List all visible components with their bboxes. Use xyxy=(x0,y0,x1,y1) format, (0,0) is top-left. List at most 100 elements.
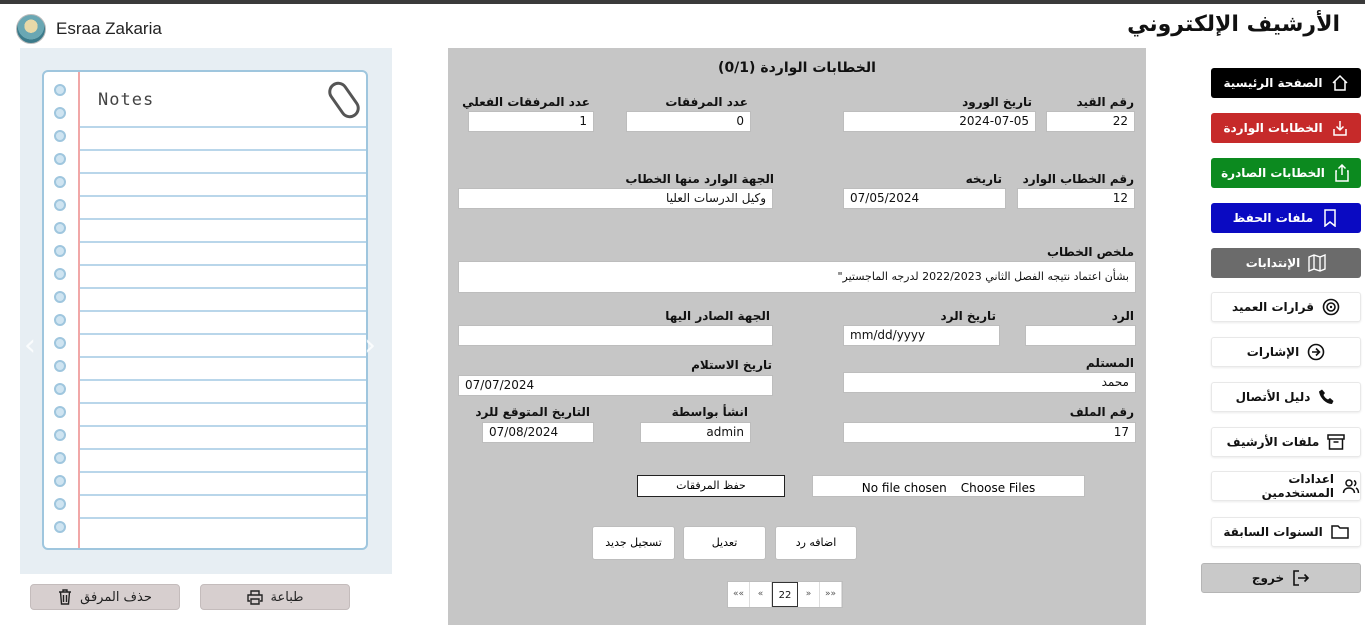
map-icon xyxy=(1308,254,1326,272)
pager-current[interactable]: 22 xyxy=(772,582,798,607)
notebook-hole xyxy=(54,291,66,303)
nav-saved-files-label: ملفات الحفظ xyxy=(1232,211,1314,225)
attachments-count-field[interactable]: 0 xyxy=(626,111,751,132)
notebook-rule-line xyxy=(80,241,366,243)
pager-prev[interactable]: « xyxy=(750,582,772,607)
issued-to-label: الجهة الصادر اليها xyxy=(665,309,770,323)
new-record-button[interactable]: تسجيل جديد xyxy=(592,526,675,560)
notebook-hole xyxy=(54,268,66,280)
record-no-label: رقم القيد xyxy=(1076,95,1134,109)
record-no-field[interactable]: 22 xyxy=(1046,111,1135,132)
edit-button[interactable]: تعديل xyxy=(683,526,766,560)
user-name: Esraa Zakaria xyxy=(56,19,162,38)
nav-user-settings-label: اعدادات المستخدمين xyxy=(1261,472,1335,500)
notebook-hole xyxy=(54,107,66,119)
notebook-hole xyxy=(54,452,66,464)
notebook-rule-line xyxy=(80,195,366,197)
reply-label: الرد xyxy=(1111,309,1134,323)
issued-to-field[interactable] xyxy=(458,325,773,346)
notebook-rule-line xyxy=(80,494,366,496)
arrow-circle-icon xyxy=(1307,343,1325,361)
file-no-field[interactable]: 17 xyxy=(843,422,1136,443)
reply-date-label: تاريخ الرد xyxy=(940,309,997,323)
save-attachments-button[interactable]: حفظ المرفقات xyxy=(637,475,785,497)
app-title: الأرشيف الإلكتروني xyxy=(1127,12,1340,37)
home-icon xyxy=(1332,74,1348,91)
notebook-hole xyxy=(54,245,66,257)
summary-field[interactable]: بشأن اعتماد نتيجه الفصل الثاني 2022/2023… xyxy=(458,261,1136,293)
file-input[interactable]: No file chosen Choose Files xyxy=(812,475,1085,497)
notebook-rule-line xyxy=(80,356,366,358)
notebook-hole xyxy=(54,521,66,533)
notebook-hole xyxy=(54,337,66,349)
notebook-rule-line xyxy=(80,379,366,381)
delete-attachment-button[interactable]: حذف المرفق xyxy=(30,584,180,610)
letter-date-field[interactable]: 07/05/2024 xyxy=(843,188,1006,209)
preview-next-arrow[interactable]: › xyxy=(364,328,376,363)
add-reply-button[interactable]: اضافه رد xyxy=(775,526,857,560)
printer-icon xyxy=(246,589,263,605)
attachments-count-label: عدد المرفقات xyxy=(665,95,748,109)
folder-icon xyxy=(1330,525,1349,539)
created-by-field[interactable]: admin xyxy=(640,422,751,443)
actual-attachments-count-label: عدد المرفقات الفعلي xyxy=(462,95,590,109)
print-button[interactable]: طباعة xyxy=(200,584,350,610)
nav-previous-years[interactable]: السنوات السابقة xyxy=(1211,517,1361,547)
choose-files-button[interactable]: Choose Files xyxy=(961,481,1035,495)
nav-home-label: الصفحة الرئيسية xyxy=(1223,76,1323,90)
nav-saved-files[interactable]: ملفات الحفظ xyxy=(1211,203,1361,233)
nav-incoming-letters[interactable]: الخطابات الواردة xyxy=(1211,113,1361,143)
form-title: الخطابات الواردة (0/1) xyxy=(718,60,876,76)
nav-dean-decisions[interactable]: قرارات العميد xyxy=(1211,292,1361,322)
notebook-hole xyxy=(54,383,66,395)
pager-last[interactable]: »» xyxy=(820,582,842,607)
users-icon xyxy=(1342,479,1360,494)
nav-contacts[interactable]: دليل الأتصال xyxy=(1211,382,1361,412)
attachment-preview: Notes ‹ › xyxy=(20,48,392,574)
created-by-label: انشأ بواسطة xyxy=(671,405,748,419)
expected-reply-date-field[interactable]: 07/08/2024 xyxy=(482,422,594,443)
nav-user-settings[interactable]: اعدادات المستخدمين xyxy=(1211,471,1361,501)
actual-attachments-count-field[interactable]: 1 xyxy=(468,111,594,132)
notebook-hole xyxy=(54,498,66,510)
source-entity-field[interactable]: وكيل الدرسات العليا xyxy=(458,188,773,209)
source-entity-label: الجهة الوارد منها الخطاب xyxy=(625,172,774,186)
pager-next[interactable]: » xyxy=(798,582,820,607)
nav-references-label: الإشارات xyxy=(1246,345,1300,359)
incoming-letter-no-field[interactable]: 12 xyxy=(1017,188,1135,209)
pagination: «« « 22 » »» xyxy=(727,581,843,608)
user-profile[interactable]: Esraa Zakaria xyxy=(16,14,162,44)
notebook-rule-line xyxy=(80,333,366,335)
receiver-field[interactable]: محمد xyxy=(843,372,1136,393)
notebook-rule-line xyxy=(80,172,366,174)
nav-archive-files[interactable]: ملفات الأرشيف xyxy=(1211,427,1361,457)
notebook-hole xyxy=(54,360,66,372)
upload-icon xyxy=(1335,164,1349,182)
nav-assignments[interactable]: الإنتدابات xyxy=(1211,248,1361,278)
arrival-date-field[interactable]: 2024-07-05 xyxy=(843,111,1036,132)
download-icon xyxy=(1332,121,1347,136)
notebook-hole xyxy=(54,314,66,326)
top-border xyxy=(0,0,1365,4)
preview-prev-arrow[interactable]: ‹ xyxy=(24,328,36,363)
arrival-date-label: تاريخ الورود xyxy=(962,95,1032,109)
notebook-rule-line xyxy=(80,517,366,519)
archive-icon xyxy=(1327,434,1346,450)
expected-reply-date-label: التاريخ المتوقع للرد xyxy=(475,405,590,419)
receipt-date-field[interactable]: 07/07/2024 xyxy=(458,375,773,396)
nav-outgoing-letters[interactable]: الخطابات الصادرة xyxy=(1211,158,1361,188)
notebook-rule-line xyxy=(80,218,366,220)
delete-attachment-label: حذف المرفق xyxy=(80,589,152,605)
nav-contacts-label: دليل الأتصال xyxy=(1235,390,1311,404)
reply-date-field[interactable]: mm/dd/yyyy xyxy=(843,325,1000,346)
nav-references[interactable]: الإشارات xyxy=(1211,337,1361,367)
nav-home[interactable]: الصفحة الرئيسية xyxy=(1211,68,1361,98)
notebook-rule-line xyxy=(80,126,366,128)
notebook-rule-line xyxy=(80,149,366,151)
reply-field[interactable] xyxy=(1025,325,1136,346)
notebook-hole xyxy=(54,222,66,234)
phone-icon xyxy=(1319,389,1334,404)
pager-first[interactable]: «« xyxy=(728,582,750,607)
logout-button[interactable]: خروج xyxy=(1201,563,1361,593)
notebook-image: Notes xyxy=(42,70,368,550)
